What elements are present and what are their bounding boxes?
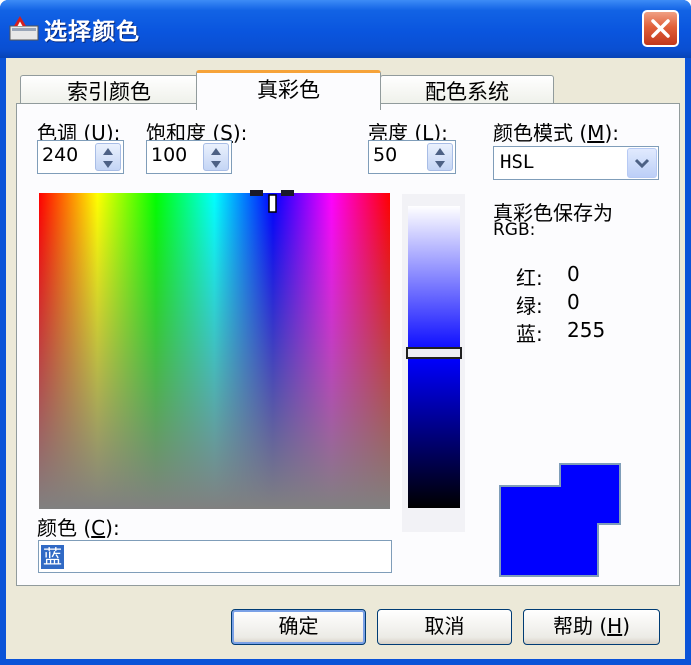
tab-label: 配色系统 [425, 80, 509, 104]
hue-value[interactable]: 240 [42, 144, 78, 166]
chevron-down-icon [634, 158, 650, 169]
tab-label: 索引颜色 [67, 80, 151, 104]
luminance-slider-handle[interactable] [406, 347, 462, 359]
rgb-green-value: 0 [567, 290, 580, 314]
rgb-blue-value: 255 [567, 318, 606, 342]
rgb-green-label: 绿: [516, 294, 543, 318]
color-preview-swatch [499, 463, 621, 577]
spin-updown-icon[interactable] [427, 143, 453, 171]
saturation-spinner[interactable]: 100 [146, 140, 232, 174]
close-icon [651, 19, 670, 38]
luminance-value[interactable]: 50 [373, 144, 397, 166]
spin-updown-icon[interactable] [203, 143, 229, 171]
rgb-red-value: 0 [567, 262, 580, 286]
color-dialog-window: 选择颜色 索引颜色 真彩色 配色系统 色调 (U): 饱和度 (S): 亮度 (… [0, 0, 691, 665]
saved-as-format: RGB: [493, 220, 536, 240]
window-title: 选择颜色 [44, 19, 140, 45]
cancel-button[interactable]: 取消 [377, 609, 512, 645]
hue-saturation-spectrum[interactable] [39, 193, 390, 509]
rgb-blue-label: 蓝: [516, 322, 543, 346]
color-model-select[interactable]: HSL [493, 146, 659, 180]
ok-button[interactable]: 确定 [231, 609, 366, 645]
autocad-logo-icon [9, 16, 39, 41]
color-name-input[interactable]: 蓝 [38, 540, 392, 573]
color-name-value[interactable]: 蓝 [41, 545, 65, 569]
color-label: 颜色 (C): [37, 516, 120, 540]
tab-true-color[interactable]: 真彩色 [196, 70, 381, 110]
title-bar[interactable]: 选择颜色 [0, 0, 691, 58]
tab-label: 真彩色 [257, 78, 320, 102]
saturation-value[interactable]: 100 [151, 144, 187, 166]
help-button[interactable]: 帮助 (H) [523, 609, 660, 645]
spin-updown-icon[interactable] [95, 143, 121, 171]
color-model-value: HSL [500, 151, 535, 173]
close-button[interactable] [642, 10, 679, 47]
dropdown-button[interactable] [627, 148, 657, 178]
rgb-red-label: 红: [516, 266, 543, 290]
spectrum-crosshair[interactable] [249, 189, 297, 215]
hue-spinner[interactable]: 240 [37, 140, 124, 174]
color-model-label: 颜色模式 (M): [493, 121, 619, 145]
luminance-spinner[interactable]: 50 [368, 140, 456, 174]
